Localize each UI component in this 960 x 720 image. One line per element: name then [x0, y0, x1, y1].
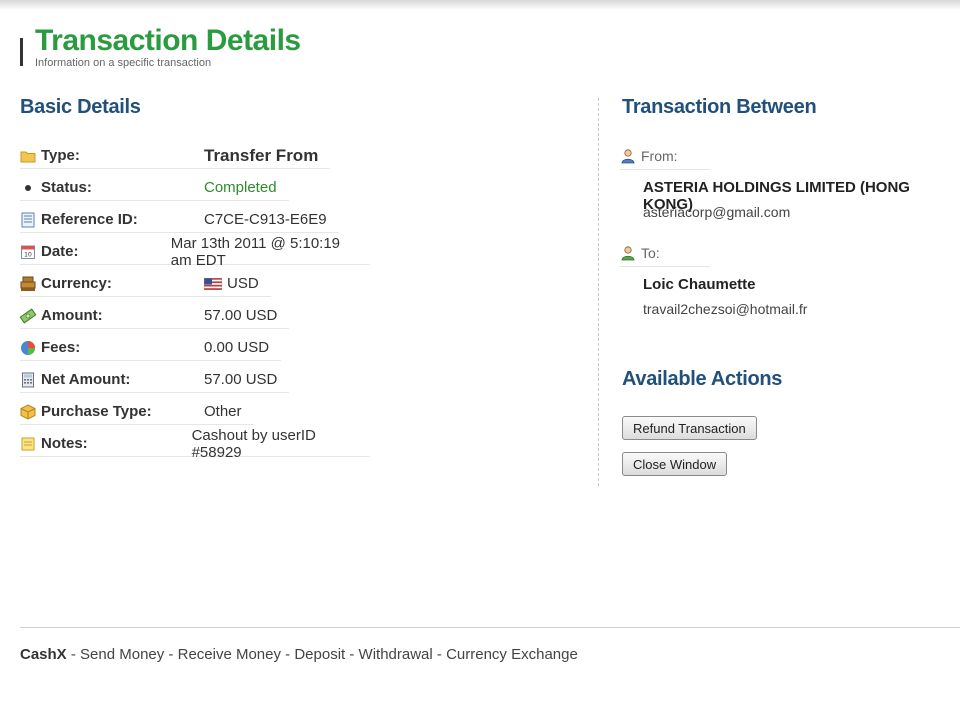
status-value: Completed	[204, 179, 277, 196]
detail-row-net-amount: Net Amount: 57.00 USD	[20, 364, 370, 396]
footer-brand: CashX	[20, 646, 67, 663]
footer-separator: -	[281, 646, 295, 663]
cash-register-icon	[20, 276, 36, 291]
transaction-between-heading: Transaction Between	[622, 96, 817, 118]
footer-divider	[20, 627, 960, 628]
detail-label: Notes:	[41, 435, 88, 452]
detail-row-date: 10 Date: Mar 13th 2011 @ 5:10:19 am EDT	[20, 234, 370, 269]
page-title: Transaction Details	[35, 24, 301, 57]
us-flag-icon	[204, 277, 222, 290]
detail-row-type: Type: Transfer From	[20, 140, 370, 172]
type-value: Transfer From	[204, 145, 319, 165]
document-icon	[21, 212, 35, 227]
footer-separator: -	[66, 646, 81, 663]
pie-chart-icon	[21, 340, 35, 355]
detail-label: Status:	[41, 179, 92, 196]
amount-value: 57.00 USD	[204, 307, 278, 324]
bullet-icon	[25, 184, 31, 191]
reference-id-value: C7CE-C913-E6E9	[204, 211, 327, 228]
footer-separator: -	[164, 646, 178, 663]
date-value: Mar 13th 2011 @ 5:10:19 am EDT	[170, 234, 341, 269]
detail-label: Currency:	[41, 275, 112, 292]
calendar-icon: 10	[21, 245, 35, 259]
to-email: travail2chezsoi@hotmail.fr	[643, 301, 808, 317]
footer-link-send-money[interactable]: Send Money	[80, 646, 164, 663]
page-subtitle: Information on a specific transaction	[35, 57, 212, 69]
detail-label: Purchase Type:	[41, 403, 152, 420]
top-shadow	[0, 0, 960, 10]
refund-transaction-button[interactable]: Refund Transaction	[622, 416, 757, 440]
package-icon	[20, 403, 36, 420]
detail-label: Amount:	[41, 307, 103, 324]
detail-row-notes: Notes: Cashout by userID #58929	[20, 426, 370, 461]
fees-value: 0.00 USD	[204, 339, 270, 356]
user-icon	[621, 246, 635, 261]
net-amount-value: 57.00 USD	[204, 371, 278, 388]
detail-label: Date:	[41, 243, 79, 260]
notes-value: Cashout by userID #58929	[191, 426, 316, 461]
available-actions-heading: Available Actions	[622, 368, 783, 390]
footer-separator: -	[345, 646, 359, 663]
footer-nav: CashX - Send Money - Receive Money - Dep…	[20, 646, 578, 663]
basic-details-heading: Basic Details	[20, 96, 141, 118]
note-icon	[21, 437, 35, 450]
from-email: asteriacorp@gmail.com	[643, 204, 791, 220]
to-label: To:	[641, 245, 660, 261]
detail-row-purchase-type: Purchase Type: Other	[20, 396, 370, 428]
svg-text:10: 10	[24, 251, 32, 258]
detail-row-currency: Currency: USD	[20, 268, 370, 300]
detail-row-fees: Fees: 0.00 USD	[20, 332, 370, 364]
currency-value: USD	[227, 275, 259, 292]
detail-row-amount: Amount: 57.00 USD	[20, 300, 370, 332]
user-icon	[621, 149, 635, 164]
to-name: Loic Chaumette	[643, 276, 756, 293]
column-divider	[598, 98, 599, 486]
from-label: From:	[641, 148, 678, 164]
detail-label: Fees:	[41, 339, 81, 356]
detail-row-reference-id: Reference ID: C7CE-C913-E6E9	[20, 204, 370, 236]
detail-label: Reference ID:	[41, 211, 138, 228]
from-label-row: From:	[620, 143, 710, 170]
footer-link-currency-exchange[interactable]: Currency Exchange	[446, 646, 578, 663]
footer-link-deposit[interactable]: Deposit	[294, 646, 345, 663]
footer-link-receive-money[interactable]: Receive Money	[178, 646, 281, 663]
title-accent-bar	[20, 38, 23, 66]
footer-link-withdrawal[interactable]: Withdrawal	[359, 646, 433, 663]
footer-separator: -	[432, 646, 447, 663]
purchase-type-value: Other	[204, 403, 242, 420]
money-icon	[20, 307, 36, 324]
to-label-row: To:	[620, 240, 710, 267]
folder-icon	[20, 151, 36, 162]
calculator-icon	[22, 372, 34, 387]
close-window-button[interactable]: Close Window	[622, 452, 728, 476]
detail-label: Type:	[41, 147, 80, 164]
detail-row-status: Status: Completed	[20, 172, 370, 204]
detail-label: Net Amount:	[41, 371, 131, 388]
